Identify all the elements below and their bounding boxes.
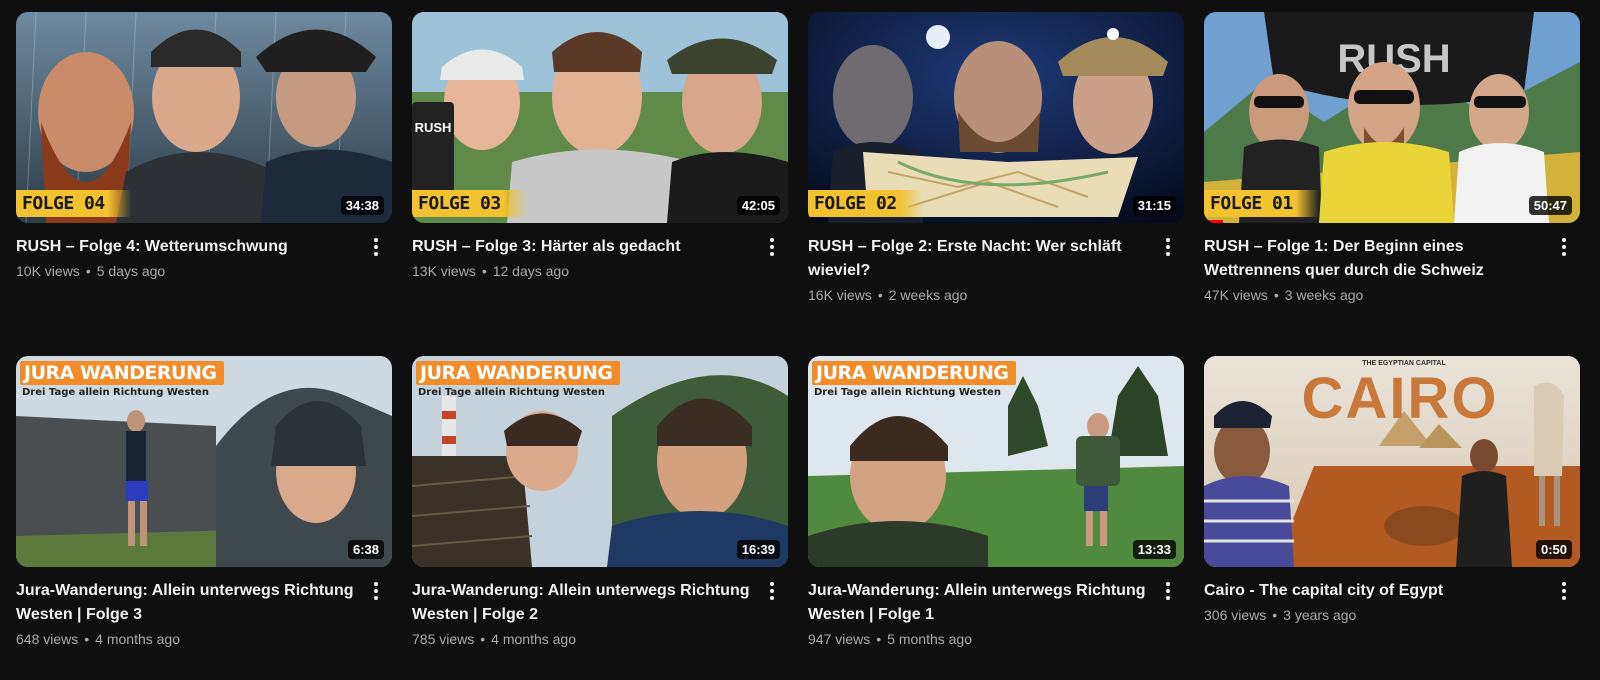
upload-age: 12 days ago — [492, 263, 570, 279]
thumbnail-title: CAIRO — [1302, 366, 1499, 431]
video-meta: Cairo - The capital city of Egypt 306 vi… — [1204, 567, 1580, 625]
video-card: JURA WANDERUNG Drei Tage allein Richtung… — [16, 356, 392, 649]
view-count: 47K views — [1204, 287, 1268, 303]
view-count: 947 views — [808, 631, 871, 647]
separator-dot: • — [1272, 607, 1278, 623]
separator-dot: • — [877, 287, 883, 303]
separator-dot: • — [1273, 287, 1279, 303]
video-thumbnail[interactable]: JURA WANDERUNG Drei Tage allein Richtung… — [16, 356, 392, 567]
video-thumbnail[interactable]: RUSH FOLGE 03 42:05 — [412, 12, 788, 223]
video-title[interactable]: RUSH – Folge 2: Erste Nacht: Wer schläft… — [808, 235, 1148, 283]
series-subtitle: Drei Tage allein Richtung Westen — [814, 387, 1001, 398]
separator-dot: • — [481, 263, 487, 279]
episode-badge: FOLGE 02 — [808, 190, 923, 217]
video-thumbnail[interactable]: FOLGE 04 34:38 — [16, 12, 392, 223]
video-title[interactable]: Jura-Wanderung: Allein unterwegs Richtun… — [412, 579, 752, 627]
more-vert-icon[interactable] — [1552, 579, 1576, 603]
separator-dot: • — [480, 631, 486, 647]
video-stats: 306 views • 3 years ago — [1204, 605, 1544, 625]
view-count: 785 views — [412, 631, 475, 647]
video-meta: Jura-Wanderung: Allein unterwegs Richtun… — [808, 567, 1184, 649]
video-title[interactable]: Cairo - The capital city of Egypt — [1204, 579, 1544, 603]
separator-dot: • — [84, 631, 90, 647]
video-thumbnail[interactable]: JURA WANDERUNG Drei Tage allein Richtung… — [808, 356, 1184, 567]
upload-age: 3 years ago — [1283, 607, 1357, 623]
video-meta: RUSH – Folge 4: Wetterumschwung 10K view… — [16, 223, 392, 281]
video-grid: FOLGE 04 34:38 RUSH – Folge 4: Wetterums… — [0, 0, 1600, 680]
series-banner: JURA WANDERUNG — [20, 361, 225, 385]
series-banner: JURA WANDERUNG — [416, 361, 621, 385]
video-thumbnail[interactable]: CAIRO THE EGYPTIAN CAPITAL 0:50 — [1204, 356, 1580, 567]
video-title[interactable]: Jura-Wanderung: Allein unterwegs Richtun… — [808, 579, 1148, 627]
video-meta: RUSH – Folge 3: Härter als gedacht 13K v… — [412, 223, 788, 281]
more-vert-icon[interactable] — [760, 579, 784, 603]
video-card: FOLGE 04 34:38 RUSH – Folge 4: Wetterums… — [16, 12, 392, 281]
episode-badge: FOLGE 03 — [412, 190, 527, 217]
video-card: JURA WANDERUNG Drei Tage allein Richtung… — [412, 356, 788, 649]
duration-badge: 50:47 — [1528, 196, 1572, 215]
series-banner: JURA WANDERUNG — [812, 361, 1017, 385]
view-count: 13K views — [412, 263, 476, 279]
duration-badge: 6:38 — [347, 540, 384, 559]
video-card: RUSH FOLGE 01 50:47 RUSH – Folge 1: Der … — [1204, 12, 1580, 305]
duration-badge: 42:05 — [736, 196, 780, 215]
view-count: 16K views — [808, 287, 872, 303]
video-title[interactable]: RUSH – Folge 1: Der Beginn eines Wettren… — [1204, 235, 1544, 283]
duration-badge: 31:15 — [1132, 196, 1176, 215]
view-count: 648 views — [16, 631, 79, 647]
duration-badge: 34:38 — [340, 196, 384, 215]
video-meta: RUSH – Folge 2: Erste Nacht: Wer schläft… — [808, 223, 1184, 305]
duration-badge: 0:50 — [1535, 540, 1572, 559]
video-card: FOLGE 02 31:15 RUSH – Folge 2: Erste Nac… — [808, 12, 1184, 305]
upload-age: 2 weeks ago — [888, 287, 968, 303]
video-card: CAIRO THE EGYPTIAN CAPITAL 0:50 Cairo - … — [1204, 356, 1580, 625]
separator-dot: • — [876, 631, 882, 647]
more-vert-icon[interactable] — [1156, 235, 1180, 259]
series-subtitle: Drei Tage allein Richtung Westen — [418, 387, 605, 398]
video-meta: RUSH – Folge 1: Der Beginn eines Wettren… — [1204, 223, 1580, 305]
duration-badge: 13:33 — [1132, 540, 1176, 559]
upload-age: 5 days ago — [96, 263, 166, 279]
more-vert-icon[interactable] — [1552, 235, 1576, 259]
video-title[interactable]: RUSH – Folge 3: Härter als gedacht — [412, 235, 752, 259]
video-meta: Jura-Wanderung: Allein unterwegs Richtun… — [412, 567, 788, 649]
separator-dot: • — [85, 263, 91, 279]
video-meta: Jura-Wanderung: Allein unterwegs Richtun… — [16, 567, 392, 649]
video-stats: 785 views • 4 months ago — [412, 629, 752, 649]
video-stats: 47K views • 3 weeks ago — [1204, 285, 1544, 305]
view-count: 306 views — [1204, 607, 1267, 623]
upload-age: 4 months ago — [491, 631, 577, 647]
video-stats: 947 views • 5 months ago — [808, 629, 1148, 649]
upload-age: 3 weeks ago — [1284, 287, 1364, 303]
video-title[interactable]: Jura-Wanderung: Allein unterwegs Richtun… — [16, 579, 356, 627]
upload-age: 4 months ago — [95, 631, 181, 647]
upload-age: 5 months ago — [887, 631, 973, 647]
video-stats: 13K views • 12 days ago — [412, 261, 752, 281]
video-thumbnail[interactable]: FOLGE 02 31:15 — [808, 12, 1184, 223]
thumbnail-image: CAIRO THE EGYPTIAN CAPITAL — [1204, 356, 1580, 567]
more-vert-icon[interactable] — [760, 235, 784, 259]
thumbnail-subtitle: THE EGYPTIAN CAPITAL — [1362, 360, 1446, 367]
video-card: RUSH FOLGE 03 42:05 RUSH – Folge 3: Härt… — [412, 12, 788, 281]
more-vert-icon[interactable] — [1156, 579, 1180, 603]
more-vert-icon[interactable] — [364, 235, 388, 259]
episode-badge: FOLGE 04 — [16, 190, 131, 217]
video-thumbnail[interactable]: JURA WANDERUNG Drei Tage allein Richtung… — [412, 356, 788, 567]
duration-badge: 16:39 — [736, 540, 780, 559]
video-stats: 16K views • 2 weeks ago — [808, 285, 1148, 305]
video-card: JURA WANDERUNG Drei Tage allein Richtung… — [808, 356, 1184, 649]
series-subtitle: Drei Tage allein Richtung Westen — [22, 387, 209, 398]
thumbnail-text: RUSH — [415, 120, 452, 135]
episode-badge: FOLGE 01 — [1204, 190, 1319, 217]
video-stats: 648 views • 4 months ago — [16, 629, 356, 649]
video-title[interactable]: RUSH – Folge 4: Wetterumschwung — [16, 235, 356, 259]
video-stats: 10K views • 5 days ago — [16, 261, 356, 281]
video-thumbnail[interactable]: RUSH FOLGE 01 50:47 — [1204, 12, 1580, 223]
more-vert-icon[interactable] — [364, 579, 388, 603]
view-count: 10K views — [16, 263, 80, 279]
